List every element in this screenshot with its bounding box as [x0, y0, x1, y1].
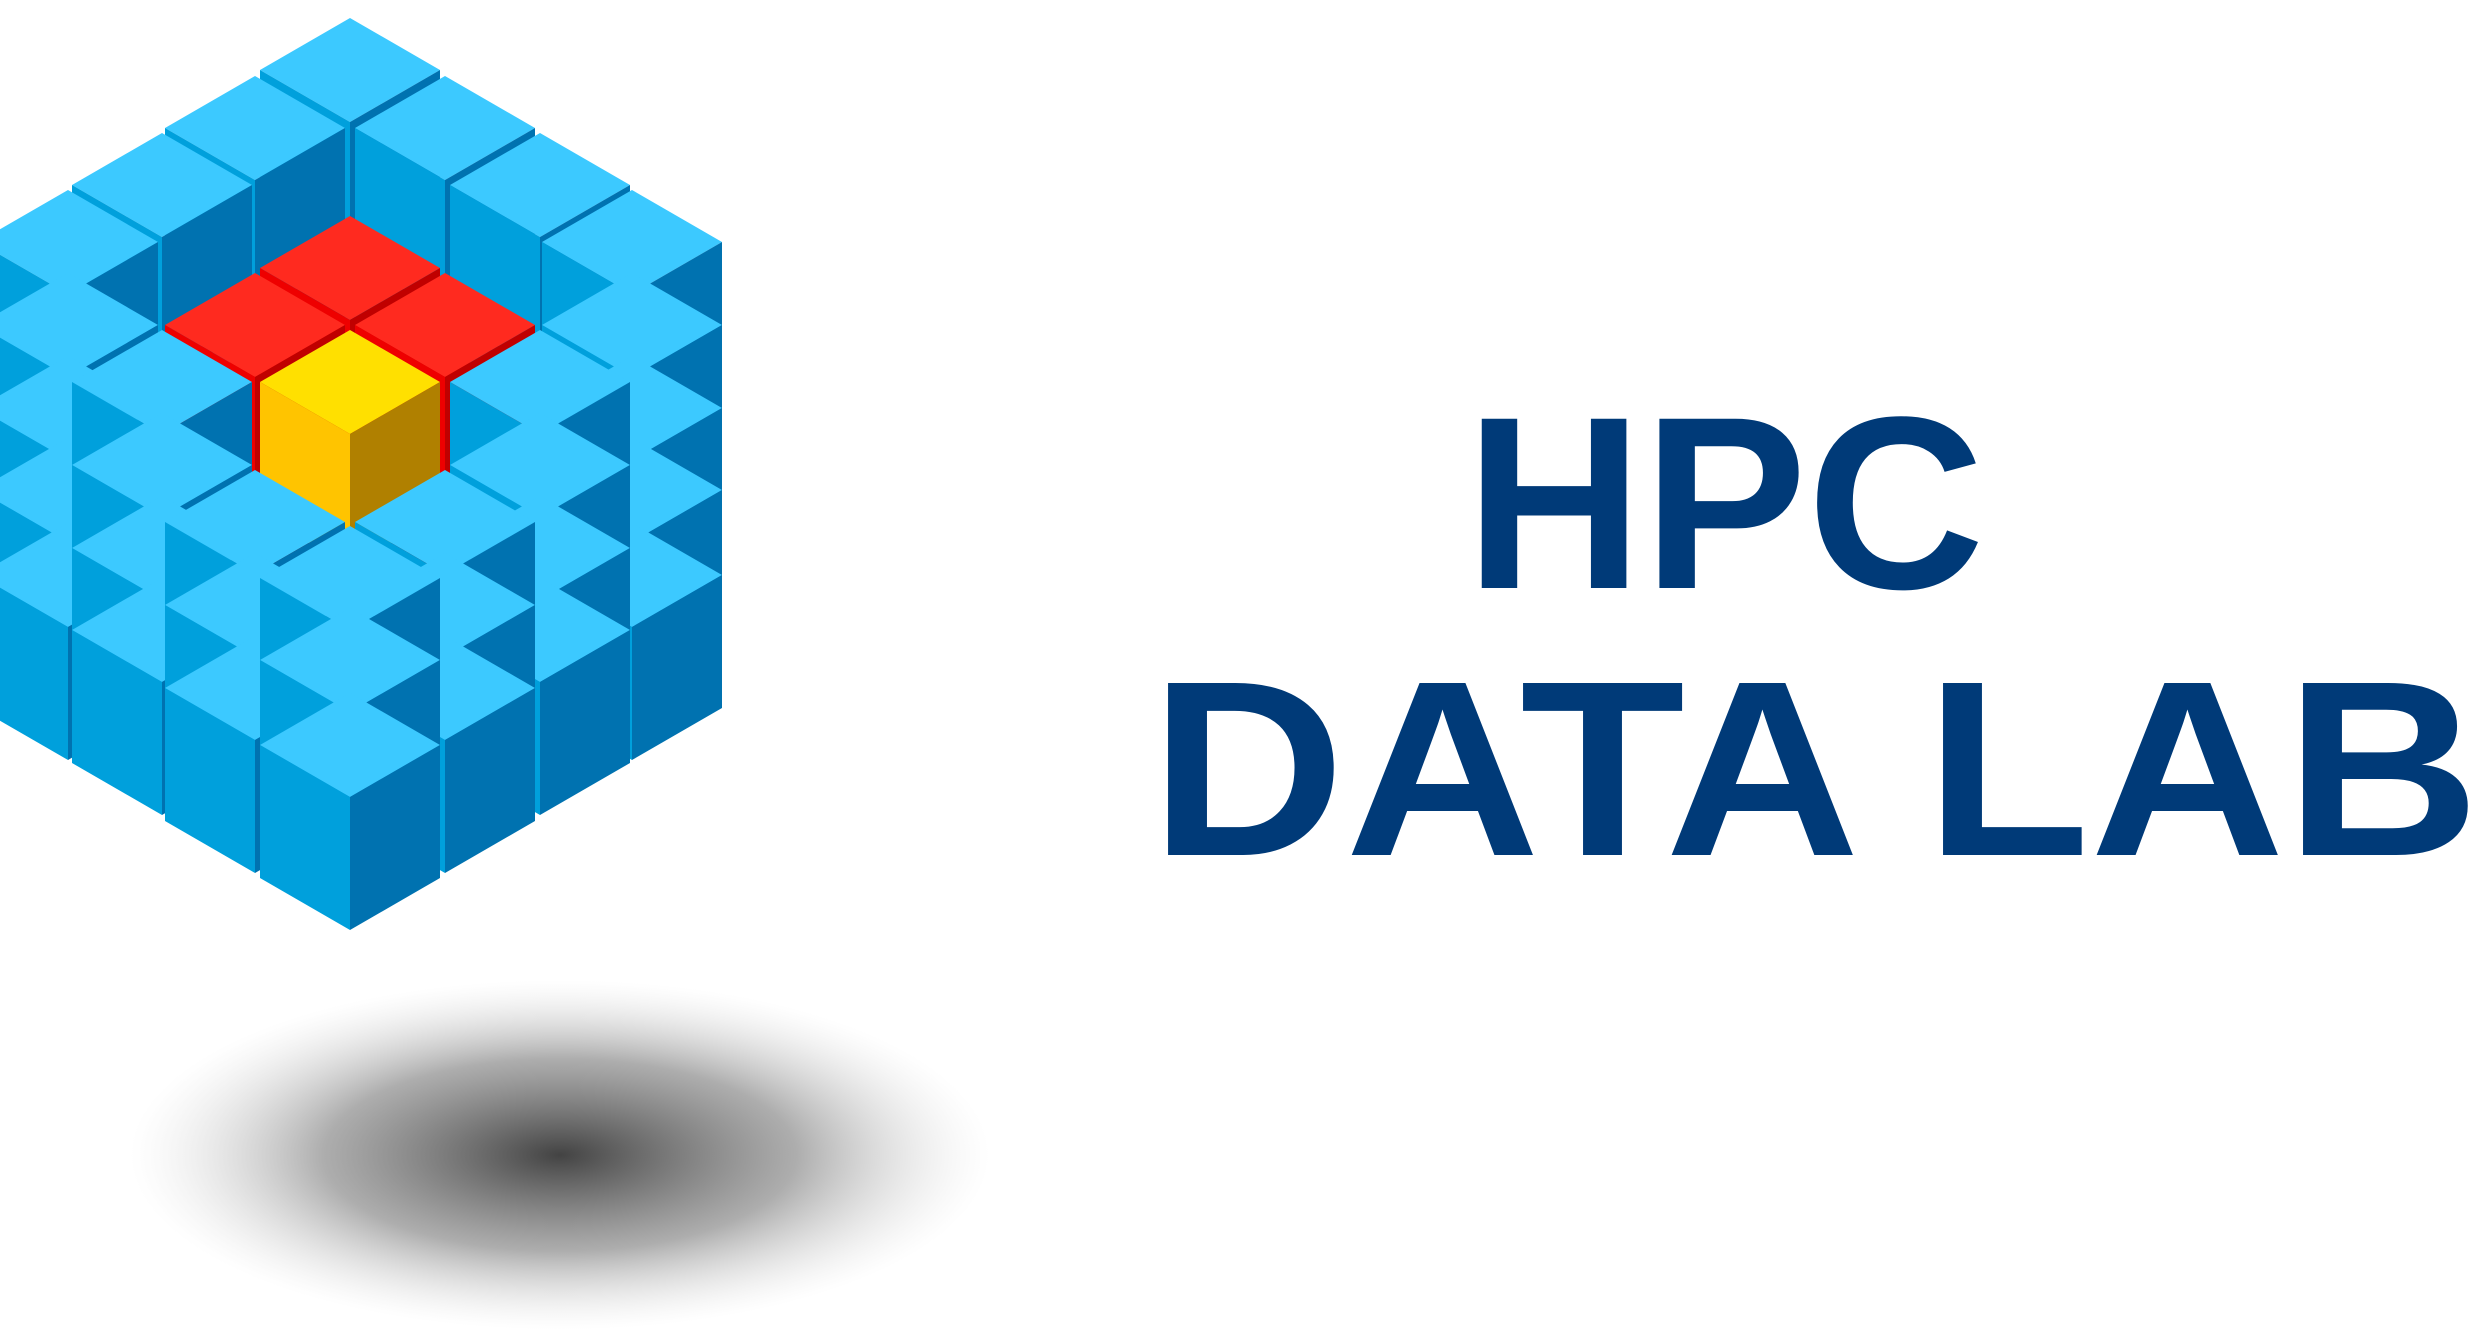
cube-stack	[0, 18, 722, 930]
wordmark-data-lab: DATA LAB	[1150, 629, 2480, 908]
wordmark-hpc: HPC	[1465, 366, 1984, 641]
emblem-shadow	[130, 980, 990, 1330]
wordmark: HPC DATA LAB	[1150, 366, 2480, 908]
hpc-data-lab-logo: HPC DATA LAB	[0, 18, 2480, 1330]
cube-emblem	[0, 18, 990, 1330]
